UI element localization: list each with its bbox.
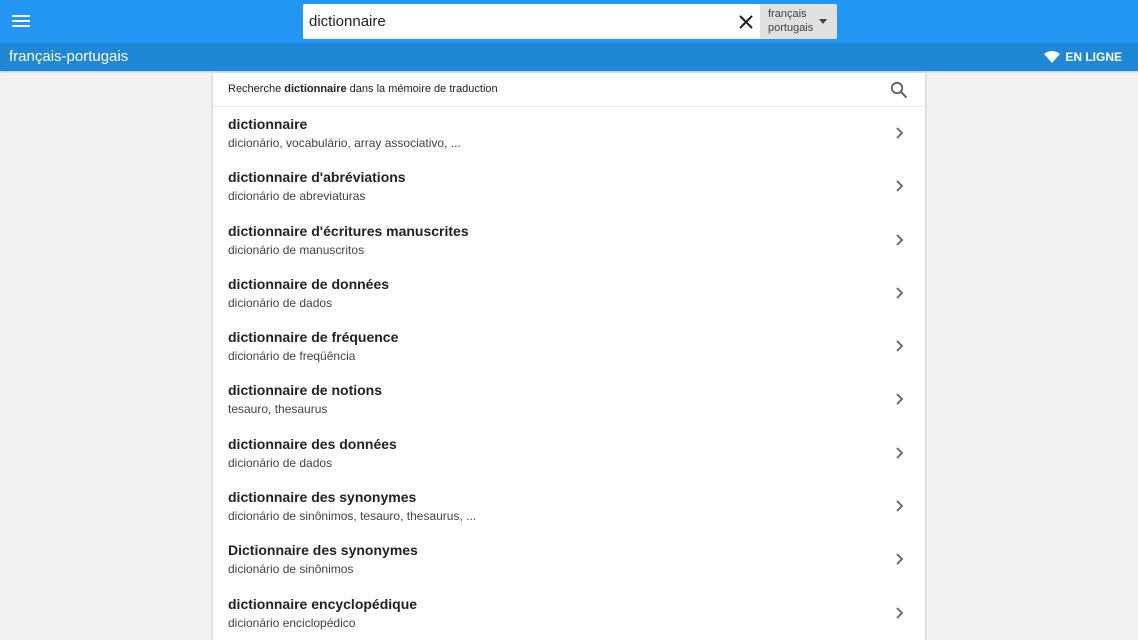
- result-item[interactable]: dictionnaire d'écritures manuscrites dici…: [213, 214, 925, 267]
- result-term: dictionnaire d'abréviations: [228, 169, 406, 186]
- result-term: dictionnaire de données: [228, 275, 390, 292]
- chevron-right-icon: [896, 607, 904, 619]
- result-translations: dicionário de freqüência: [228, 349, 356, 364]
- result-item[interactable]: Dictionnaire des synonymes dicionário de …: [213, 533, 925, 586]
- search-input[interactable]: [303, 4, 728, 39]
- search-box: français portugais: [303, 4, 837, 39]
- hamburger-menu-icon[interactable]: [9, 10, 33, 32]
- language-pair-title: français-portugais: [9, 48, 129, 65]
- result-term: dictionnaire: [228, 116, 308, 132]
- top-app-bar: français portugais: [0, 0, 1138, 43]
- result-term: dictionnaire de fréquence: [228, 329, 399, 346]
- result-translations: dicionário de manuscritos: [228, 242, 365, 257]
- translation-memory-search[interactable]: Recherche dictionnaire dans la mémoire d…: [213, 73, 925, 107]
- search-icon[interactable]: [890, 81, 908, 99]
- result-translations: dicionário enciclopédico: [228, 615, 356, 630]
- search-term: dictionnaire: [284, 83, 347, 95]
- chevron-right-icon: [896, 447, 904, 459]
- chevron-right-icon: [896, 553, 904, 566]
- result-translations: dicionário de abreviaturas: [228, 189, 366, 204]
- chevron-right-icon: [896, 180, 904, 192]
- online-status-label: EN LIGNE: [1065, 50, 1122, 64]
- result-item[interactable]: dictionnaire de notions tesauro, thesauru…: [213, 373, 925, 426]
- chevron-right-icon: [896, 127, 904, 139]
- close-icon[interactable]: [735, 11, 757, 33]
- result-term: Dictionnaire des synonymes: [228, 542, 418, 559]
- chevron-right-icon: [896, 340, 904, 352]
- target-language: portugais: [768, 22, 814, 34]
- caret-down-icon: [819, 19, 827, 24]
- result-translations: dicionário de sinônimos: [228, 562, 354, 577]
- result-translations: dicionário de sinônimos, tesauro, thesau…: [228, 509, 477, 524]
- result-item[interactable]: dictionnaire des données dicionário de da…: [213, 427, 925, 480]
- source-language: français: [768, 8, 807, 20]
- result-translations: dicionário de dados: [228, 455, 333, 470]
- result-translations: tesauro, thesaurus: [228, 402, 328, 417]
- chevron-right-icon: [896, 287, 904, 299]
- chevron-right-icon: [896, 233, 904, 246]
- result-term: dictionnaire de notions: [228, 382, 383, 399]
- chevron-right-icon: [896, 500, 904, 512]
- translation-memory-text: Recherche dictionnaire dans la mémoire d…: [228, 83, 498, 95]
- sub-header-bar: français-portugais EN LIGNE: [0, 43, 1138, 71]
- chevron-right-icon: [896, 393, 904, 406]
- result-term: dictionnaire d'écritures manuscrites: [228, 222, 469, 239]
- result-item[interactable]: dictionnaire dicionário, vocabulário, arr…: [213, 107, 925, 160]
- result-item[interactable]: dictionnaire encyclopédique dicionário en…: [213, 587, 925, 640]
- results-panel: Recherche dictionnaire dans la mémoire d…: [213, 73, 925, 640]
- online-status[interactable]: EN LIGNE: [1044, 49, 1122, 65]
- language-selector[interactable]: français portugais: [760, 4, 837, 39]
- result-item[interactable]: dictionnaire de fréquence dicionário de f…: [213, 320, 925, 373]
- result-term: dictionnaire des données: [228, 435, 397, 452]
- result-term: dictionnaire des synonymes: [228, 489, 417, 506]
- result-item[interactable]: dictionnaire de données dicionário de dad…: [213, 267, 925, 320]
- result-term: dictionnaire encyclopédique: [228, 595, 418, 612]
- results-list: dictionnaire dicionário, vocabulário, arr…: [213, 107, 925, 640]
- result-translations: dicionário de dados: [228, 295, 333, 310]
- result-item[interactable]: dictionnaire d'abréviations dicionário de…: [213, 160, 925, 213]
- wifi-icon: [1044, 51, 1061, 63]
- result-translations: dicionário, vocabulário, array associati…: [228, 136, 461, 150]
- result-item[interactable]: dictionnaire des synonymes dicionário de …: [213, 480, 925, 533]
